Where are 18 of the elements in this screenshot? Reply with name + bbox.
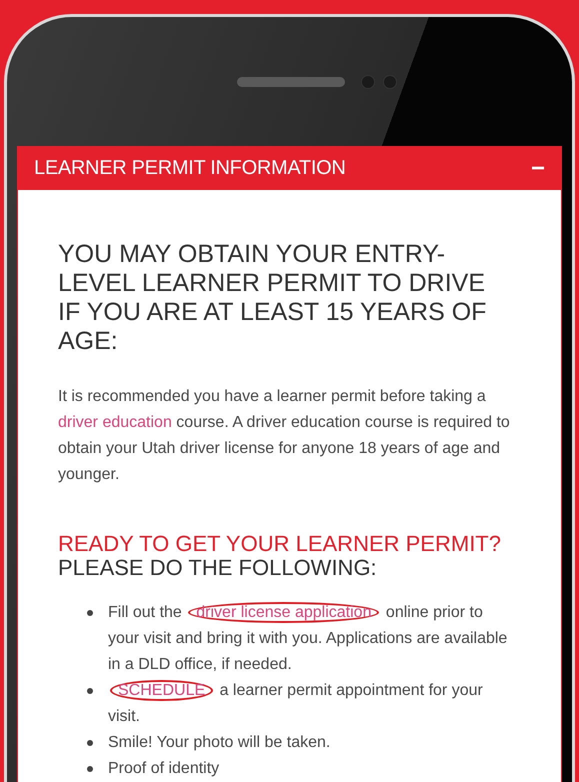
bullet-icon bbox=[87, 688, 93, 694]
section-heading: YOU MAY OBTAIN YOUR ENTRY-LEVEL LEARNER PERMIT TO DRIVE IF YOU ARE AT LEAST 15 YEARS OF AGE: bbox=[58, 240, 488, 356]
list-item-text: Proof of identity bbox=[108, 759, 220, 779]
list-item-text: SCHEDULE a learner permit appointment for your visit. bbox=[108, 679, 484, 727]
speaker-icon bbox=[237, 76, 345, 86]
section-subheading: READY TO GET YOUR LEARNER PERMIT? PLEASE DO THE FOLLOWING: bbox=[58, 532, 502, 580]
panel-header[interactable]: LEARNER PERMIT INFORMATION − bbox=[18, 147, 561, 190]
circled-text-link[interactable]: SCHEDULE bbox=[110, 680, 214, 701]
text-link[interactable]: driver education bbox=[58, 414, 172, 431]
intro-paragraph: It is recommended you have a learner permit before taking a driver education course. A driver education course is required to obtain your Utah driver license for anyone 18 years of age and younger. bbox=[58, 387, 511, 485]
list-item-text: Smile! Your photo will be taken. bbox=[108, 733, 330, 753]
circled-text-link[interactable]: driver license application bbox=[188, 602, 380, 623]
sensor-icon bbox=[383, 74, 397, 88]
bullet-icon bbox=[87, 740, 93, 746]
camera-icon bbox=[361, 74, 375, 88]
bullet-icon bbox=[87, 766, 93, 772]
bullet-icon bbox=[87, 610, 93, 616]
list-item-text: Fill out the driver license application online prior to your visit and bring it with you. Applications are available in a DLD office, if needed. bbox=[108, 601, 508, 675]
